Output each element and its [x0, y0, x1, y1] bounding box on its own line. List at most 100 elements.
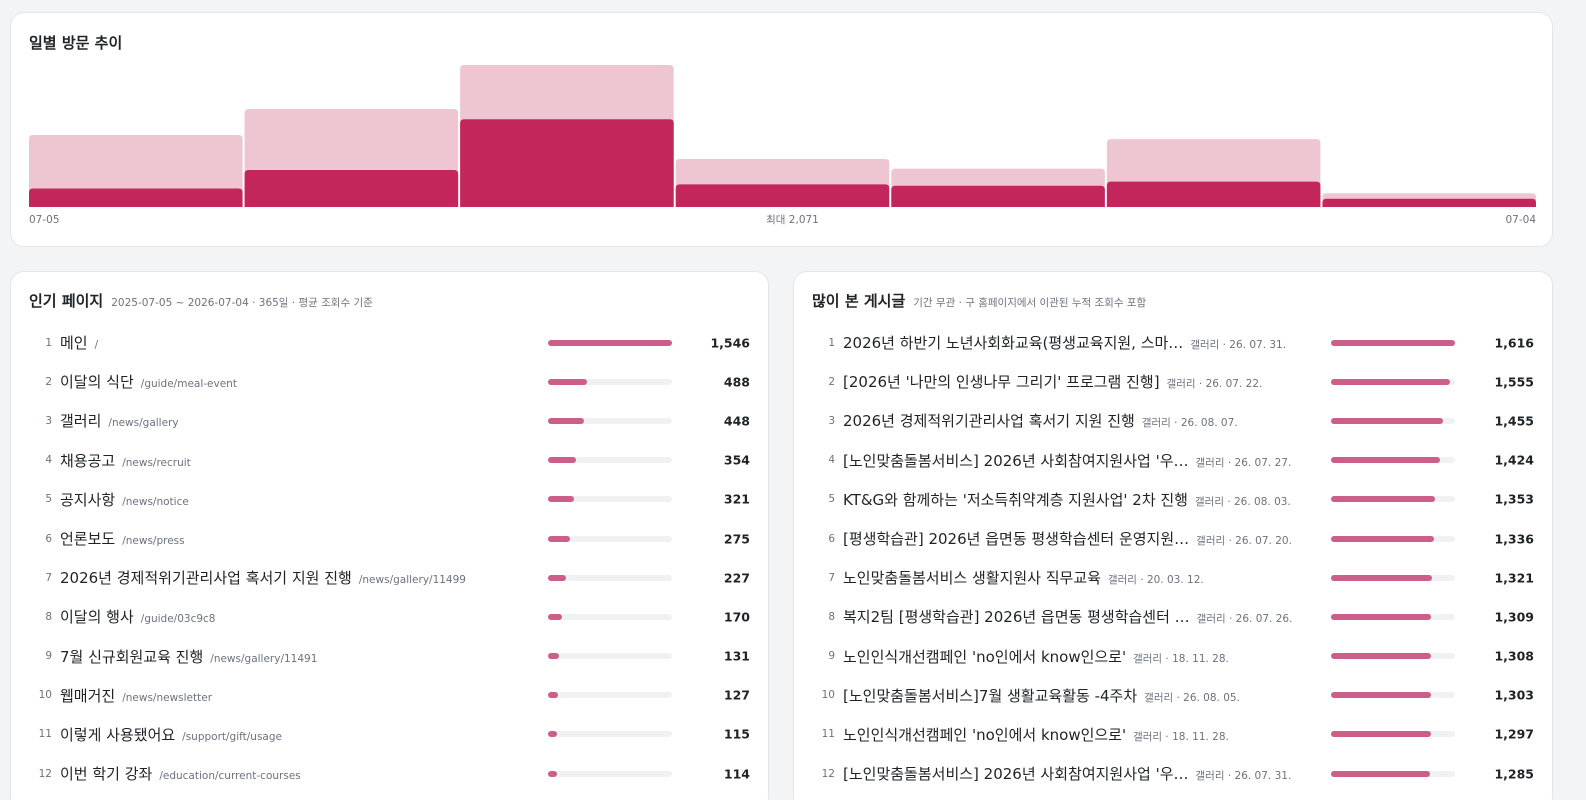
ratio-bar-track — [1331, 574, 1455, 581]
post-title-link[interactable]: 2026년 하반기 노년사회화교육(평생교육지원, 스마… — [843, 332, 1183, 353]
page-name-link[interactable]: 이달의 행사 — [60, 606, 134, 627]
post-title-link[interactable]: [노인맞춤돌봄서비스] 2026년 사회참여지원사업 '우… — [843, 450, 1189, 471]
most-viewed-posts-list: 1 2026년 하반기 노년사회화교육(평생교육지원, 스마… 갤러리 · 26. … — [812, 323, 1534, 793]
rank-number: 5 — [45, 493, 52, 506]
ratio-bar-track — [548, 653, 672, 660]
post-row[interactable]: 8 복지2팀 [평생학습관] 2026년 읍면동 평생학습센터 … 갤러리 · 26… — [812, 597, 1534, 636]
post-row[interactable]: 5 KT&G와 함께하는 '저소득취약계층 지원사업' 2차 진행 갤러리 · 26… — [812, 480, 1534, 519]
bar-unique[interactable] — [460, 119, 674, 207]
post-row[interactable]: 3 2026년 경제적위기관리사업 혹서기 지원 진행 갤러리 · 26. 08. … — [812, 401, 1534, 440]
post-row[interactable]: 7 노인맞춤돌봄서비스 생활지원사 직무교육 갤러리 · 20. 03. 12. 1,… — [812, 558, 1534, 597]
post-title-link[interactable]: [평생학습관] 2026년 읍면동 평생학습센터 운영지원… — [843, 528, 1189, 549]
row-title-group: 이달의 행사/guide/03c9c8 — [52, 606, 552, 627]
popular-page-row[interactable]: 10 웹매거진/news/newsletter 127 — [29, 676, 750, 715]
post-row[interactable]: 9 노인인식개선캠페인 'no인에서 know인으로' 갤러리 · 18. 11. … — [812, 637, 1534, 676]
post-row[interactable]: 10 [노인맞춤돌봄서비스]7월 생활교육활동 -4주차 갤러리 · 26. 08.… — [812, 676, 1534, 715]
popular-page-row[interactable]: 9 7월 신규회원교육 진행/news/gallery/11491 131 — [29, 637, 750, 676]
post-row[interactable]: 1 2026년 하반기 노년사회화교육(평생교육지원, 스마… 갤러리 · 26. … — [812, 323, 1534, 362]
post-meta: 갤러리 · 26. 07. 31. — [1190, 339, 1287, 352]
bar-unique[interactable] — [1322, 198, 1536, 207]
page-path: /news/newsletter — [122, 691, 213, 704]
bar-unique[interactable] — [675, 184, 890, 207]
ratio-bar-fill — [1331, 339, 1455, 346]
post-title-link[interactable]: 노인인식개선캠페인 'no인에서 know인으로' — [843, 646, 1126, 667]
popular-pages-subtitle: 2025-07-05 ~ 2026-07-04 · 365일 · 평균 조회수 … — [111, 297, 373, 309]
rank-number: 10 — [821, 689, 835, 702]
popular-page-row[interactable]: 11 이렇게 사용됐어요/support/gift/usage 115 — [29, 715, 750, 754]
bar-unique[interactable] — [29, 188, 243, 207]
ratio-bar-fill — [1331, 613, 1432, 620]
rank-number: 4 — [828, 454, 835, 467]
ratio-bar-track — [1331, 613, 1455, 620]
post-row[interactable]: 11 노인인식개선캠페인 'no인에서 know인으로' 갤러리 · 18. 11.… — [812, 715, 1534, 754]
row-title-group: 갤러리/news/gallery — [52, 410, 552, 431]
page-name-link[interactable]: 언론보도 — [60, 528, 115, 549]
popular-page-row[interactable]: 8 이달의 행사/guide/03c9c8 170 — [29, 597, 750, 636]
ratio-bar-fill — [548, 496, 574, 503]
page-name-link[interactable]: 이렇게 사용됐어요 — [60, 724, 175, 745]
ratio-bar-track — [548, 613, 672, 620]
popular-pages-title: 인기 페이지 — [29, 292, 104, 310]
view-count: 1,616 — [1494, 335, 1534, 351]
page-name-link[interactable]: 이달의 식단 — [60, 371, 134, 392]
page-name-link[interactable]: 갤러리 — [60, 410, 101, 431]
post-row[interactable]: 4 [노인맞춤돌봄서비스] 2026년 사회참여지원사업 '우… 갤러리 · 26.… — [812, 441, 1534, 480]
page-name-link[interactable]: 공지사항 — [60, 489, 115, 510]
bar-unique[interactable] — [1106, 181, 1321, 207]
post-title-link[interactable]: 복지2팀 [평생학습관] 2026년 읍면동 평생학습센터 … — [843, 606, 1190, 627]
post-title-link[interactable]: KT&G와 함께하는 '저소득취약계층 지원사업' 2차 진행 — [843, 489, 1188, 510]
view-count: 170 — [723, 609, 750, 625]
post-title-link[interactable]: [2026년 '나만의 인생나무 그리기' 프로그램 진행] — [843, 371, 1160, 392]
ratio-bar-fill — [548, 731, 558, 738]
view-count: 321 — [723, 491, 750, 507]
post-title-link[interactable]: 노인맞춤돌봄서비스 생활지원사 직무교육 — [843, 567, 1101, 588]
rank-number: 1 — [45, 336, 52, 349]
post-row[interactable]: 12 [노인맞춤돌봄서비스] 2026년 사회참여지원사업 '우… 갤러리 · 26… — [812, 754, 1534, 793]
post-title-link[interactable]: 노인인식개선캠페인 'no인에서 know인으로' — [843, 724, 1126, 745]
page-name-link[interactable]: 웹매거진 — [60, 685, 115, 706]
ratio-bar-fill — [1331, 692, 1431, 699]
ratio-bar-fill — [548, 653, 559, 660]
bar-unique[interactable] — [244, 169, 459, 207]
view-count: 1,308 — [1494, 648, 1534, 664]
popular-page-row[interactable]: 4 채용공고/news/recruit 354 — [29, 441, 750, 480]
ratio-bar-fill — [548, 457, 577, 464]
page-name-link[interactable]: 7월 신규회원교육 진행 — [60, 646, 203, 667]
post-meta: 갤러리 · 26. 08. 07. — [1141, 417, 1238, 430]
post-row[interactable]: 2 [2026년 '나만의 인생나무 그리기' 프로그램 진행] 갤러리 · 26.… — [812, 362, 1534, 401]
popular-page-row[interactable]: 3 갤러리/news/gallery 448 — [29, 401, 750, 440]
popular-page-row[interactable]: 5 공지사항/news/notice 321 — [29, 480, 750, 519]
ratio-bar-track — [548, 731, 672, 738]
view-count: 1,309 — [1494, 609, 1534, 625]
view-count: 1,555 — [1494, 374, 1534, 390]
post-title-link[interactable]: [노인맞춤돌봄서비스] 2026년 사회참여지원사업 '우… — [843, 763, 1189, 784]
bar-unique[interactable] — [891, 185, 1105, 207]
page-name-link[interactable]: 메인 — [60, 332, 88, 353]
popular-page-row[interactable]: 6 언론보도/news/press 275 — [29, 519, 750, 558]
view-count: 1,297 — [1494, 726, 1534, 742]
view-count: 131 — [723, 648, 750, 664]
page-name-link[interactable]: 이번 학기 강좌 — [60, 763, 152, 784]
row-title-group: 채용공고/news/recruit — [52, 450, 552, 471]
ratio-bar-track — [1331, 417, 1455, 424]
view-count: 275 — [723, 531, 750, 547]
most-viewed-posts-card: 많이 본 게시글 기간 무관 · 구 홈페이지에서 이관된 누적 조회수 포함 … — [793, 271, 1553, 800]
post-title-link[interactable]: [노인맞춤돌봄서비스]7월 생활교육활동 -4주차 — [843, 685, 1137, 706]
popular-page-row[interactable]: 12 이번 학기 강좌/education/current-courses 114 — [29, 754, 750, 793]
row-title-group: 2026년 경제적위기관리사업 혹서기 지원 진행/news/gallery/1… — [52, 567, 552, 588]
view-count: 1,353 — [1494, 491, 1534, 507]
row-title-group: [노인맞춤돌봄서비스]7월 생활교육활동 -4주차 갤러리 · 26. 08. 0… — [835, 685, 1330, 706]
page-name-link[interactable]: 채용공고 — [60, 450, 115, 471]
post-meta: 갤러리 · 26. 07. 20. — [1196, 535, 1292, 548]
view-count: 1,303 — [1494, 687, 1534, 703]
post-row[interactable]: 6 [평생학습관] 2026년 읍면동 평생학습센터 운영지원… 갤러리 · 26.… — [812, 519, 1534, 558]
popular-page-row[interactable]: 1 메인 / 1,546 — [29, 323, 750, 362]
post-meta: 갤러리 · 26. 08. 05. — [1144, 691, 1240, 704]
popular-page-row[interactable]: 2 이달의 식단/guide/meal-event 488 — [29, 362, 750, 401]
post-meta: 갤러리 · 26. 07. 31. — [1195, 770, 1292, 783]
page-name-link[interactable]: 2026년 경제적위기관리사업 혹서기 지원 진행 — [60, 567, 352, 588]
post-title-link[interactable]: 2026년 경제적위기관리사업 혹서기 지원 진행 — [843, 410, 1135, 431]
ratio-bar-track — [548, 770, 672, 777]
popular-page-row[interactable]: 7 2026년 경제적위기관리사업 혹서기 지원 진행/news/gallery/… — [29, 558, 750, 597]
view-count: 114 — [723, 766, 750, 782]
